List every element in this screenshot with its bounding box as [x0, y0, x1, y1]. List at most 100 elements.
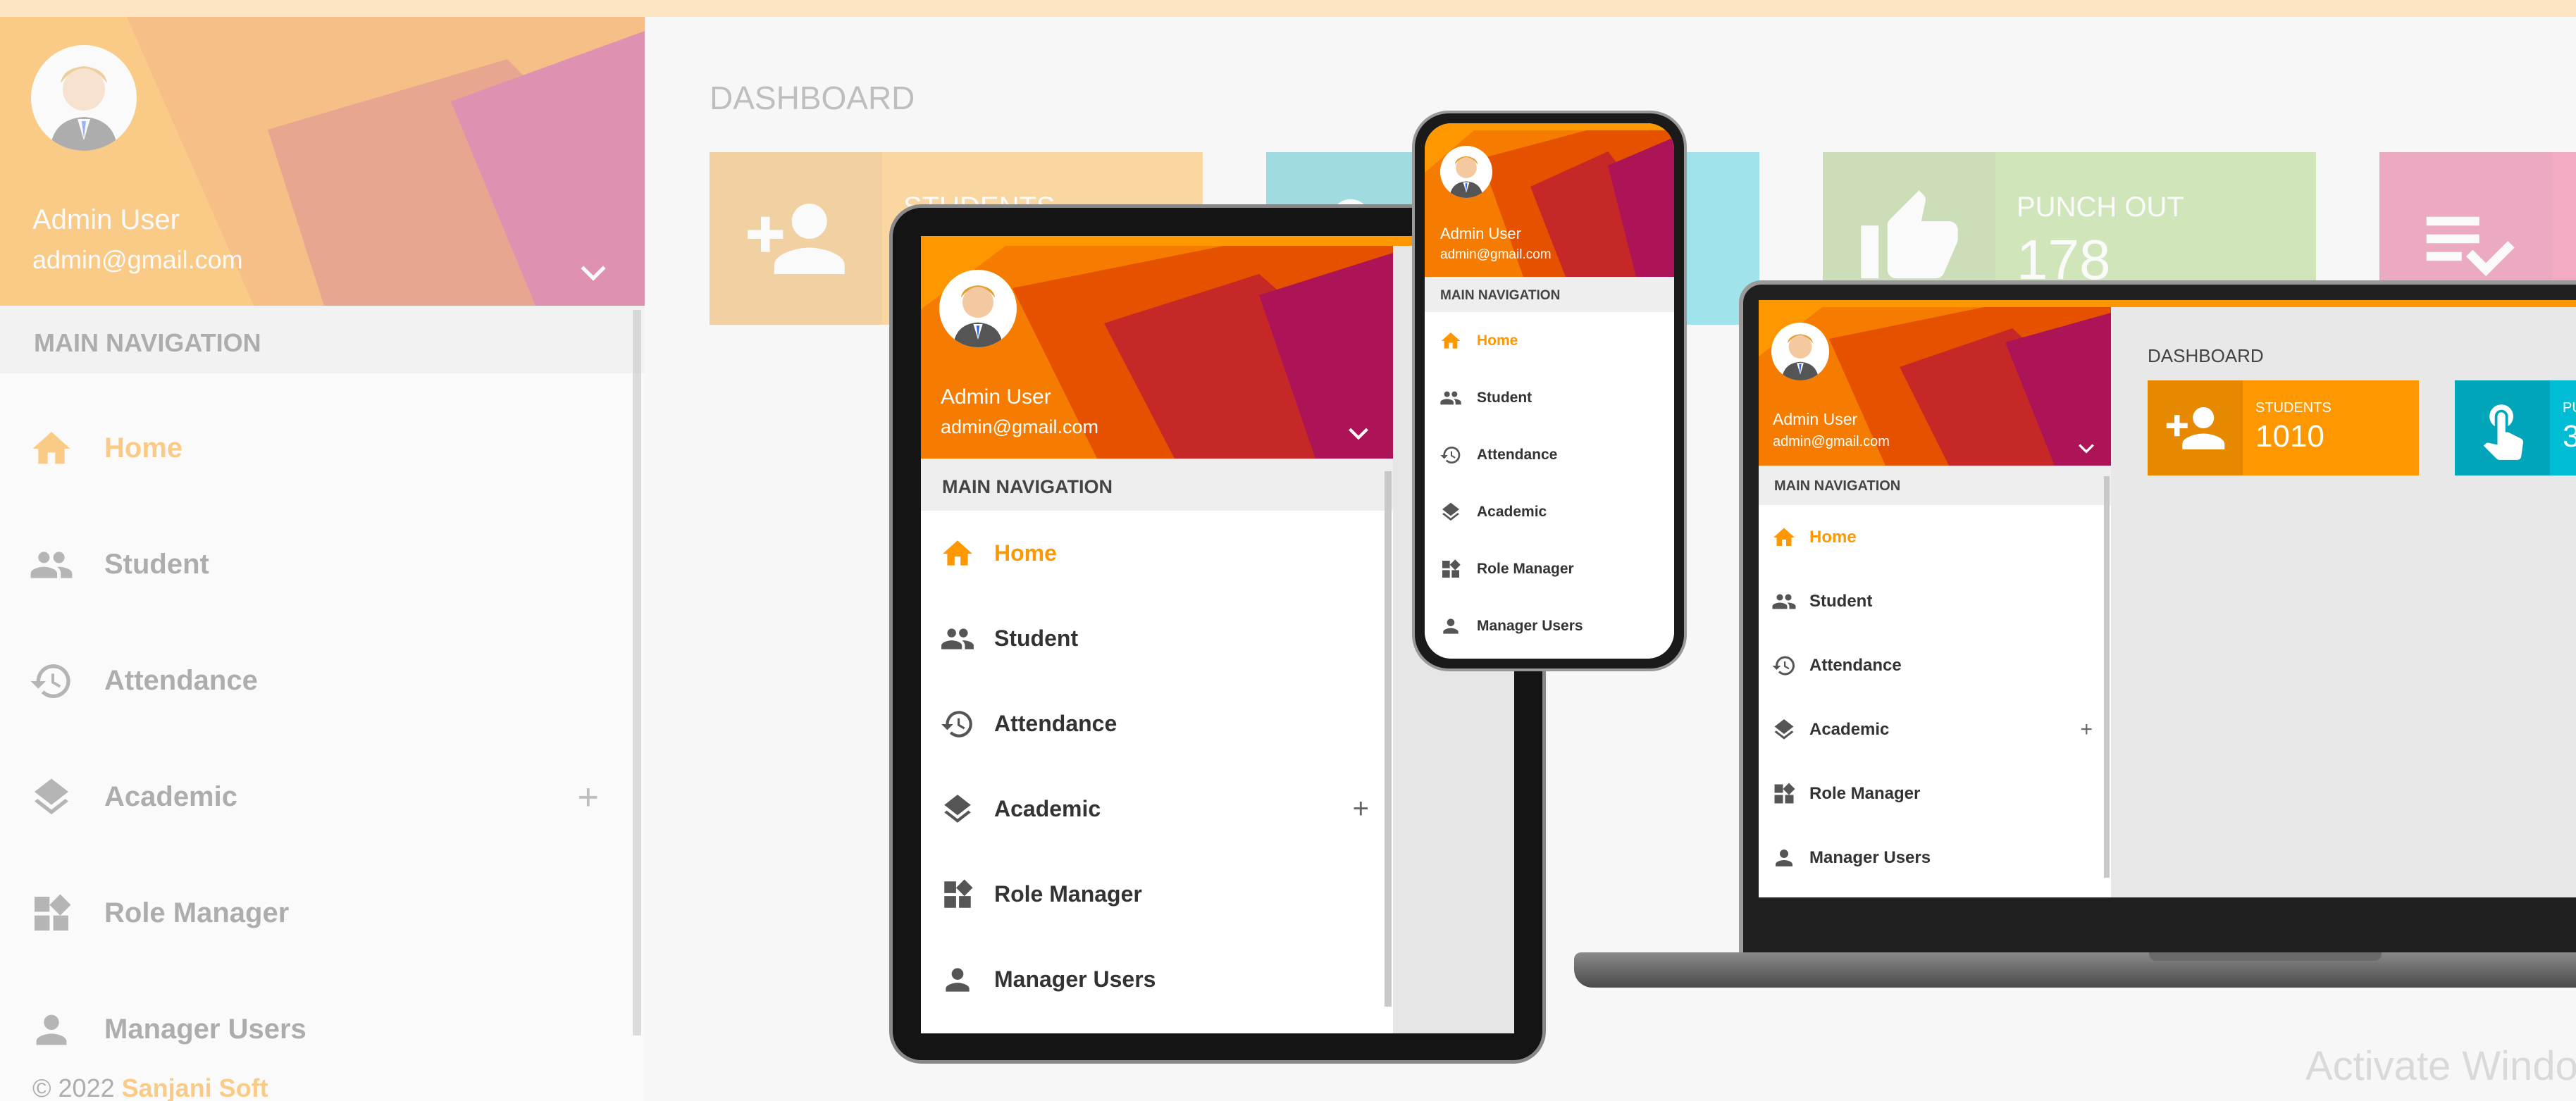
sidebar-item-label: Home: [104, 433, 183, 464]
sidebar-item-manager-users[interactable]: Manager Users: [921, 937, 1393, 1022]
chevron-down-icon[interactable]: [578, 263, 609, 287]
people-icon: [938, 621, 977, 657]
expand-icon[interactable]: +: [1353, 793, 1369, 825]
sidebar-item-label: Manager Users: [104, 1014, 306, 1045]
people-icon: [1439, 387, 1463, 409]
sidebar-scrollbar[interactable]: [633, 310, 641, 1035]
sidebar-item-home[interactable]: Home: [0, 390, 634, 506]
footer-brand-link[interactable]: Sanjani Soft: [122, 1074, 268, 1101]
nav-section-title: MAIN NAVIGATION: [0, 306, 645, 373]
nav-section-title: MAIN NAVIGATION: [921, 459, 1393, 511]
layers-icon: [1439, 501, 1463, 523]
sidebar-item-label: Home: [994, 540, 1057, 566]
person-icon: [938, 962, 977, 997]
sidebar-scrollbar[interactable]: [1385, 471, 1392, 1007]
sidebar-item-role-manager[interactable]: Role Manager: [1759, 761, 2111, 826]
sidebar-item-label: Academic: [994, 796, 1101, 821]
touch-icon: [2455, 380, 2550, 475]
sidebar-item-attendance[interactable]: Attendance: [1425, 426, 1674, 483]
home-icon: [938, 536, 977, 571]
sidebar-item-label: Role Manager: [104, 897, 290, 928]
sidebar-item-student[interactable]: Student: [921, 596, 1393, 681]
background-sidebar-header: Admin User admin@gmail.com: [0, 17, 645, 306]
sidebar-item-attendance[interactable]: Attendance: [921, 681, 1393, 766]
people-icon: [1770, 589, 1798, 614]
sidebar-item-label: Role Manager: [1809, 783, 1921, 803]
sidebar-item-label: Student: [104, 549, 209, 580]
person-icon: [1439, 615, 1463, 637]
sidebar-item-label: Academic: [1477, 503, 1547, 520]
layers-icon: [1770, 717, 1798, 742]
widgets-icon: [938, 877, 977, 912]
sidebar-item-label: Student: [1477, 389, 1532, 406]
sidebar-item-student[interactable]: Student: [1759, 569, 2111, 633]
sidebar-item-label: Role Manager: [1477, 560, 1574, 577]
sidebar-item-label: Attendance: [104, 665, 258, 696]
laptop-sidebar: Admin User admin@gmail.com MAIN NAVIGATI…: [1759, 307, 2111, 897]
sidebar-item-academic[interactable]: Academic: [1425, 483, 1674, 540]
person-icon: [1770, 845, 1798, 871]
sidebar-item-academic[interactable]: Academic +: [1759, 697, 2111, 761]
avatar[interactable]: [31, 45, 137, 151]
add-person-icon: [2148, 380, 2243, 475]
stat-card-punch-in[interactable]: PUNCH IN 3: [2455, 380, 2576, 475]
sidebar-item-label: Attendance: [994, 711, 1117, 736]
sidebar-item-role-manager[interactable]: Role Manager: [921, 852, 1393, 937]
history-icon: [1770, 653, 1798, 678]
sidebar-item-manager-users[interactable]: Manager Users: [1425, 597, 1674, 654]
expand-icon[interactable]: +: [578, 776, 599, 819]
widgets-icon: [1439, 558, 1463, 580]
sidebar-item-label: Home: [1477, 332, 1518, 349]
sidebar-item-academic[interactable]: Academic +: [921, 766, 1393, 852]
stat-label: PUNCH IN: [2563, 400, 2576, 416]
sidebar-item-student[interactable]: Student: [1425, 369, 1674, 426]
sidebar-item-label: Student: [1809, 591, 1873, 611]
stat-value: 3: [2563, 419, 2576, 454]
add-person-icon: [710, 152, 882, 325]
user-name: Admin User: [1440, 225, 1521, 242]
user-name: Admin User: [941, 385, 1051, 409]
sidebar-item-home[interactable]: Home: [1759, 505, 2111, 569]
sidebar-item-attendance[interactable]: Attendance: [0, 623, 634, 739]
sidebar-item-label: Academic: [1809, 719, 1890, 739]
tablet-sidebar: Admin User admin@gmail.com MAIN NAVIGATI…: [921, 246, 1393, 1033]
sidebar-item-student[interactable]: Student: [0, 506, 634, 623]
sidebar-item-label: Attendance: [1477, 446, 1558, 463]
user-name: Admin User: [32, 204, 180, 235]
activate-windows-watermark: Activate Windows: [2305, 1043, 2576, 1089]
sidebar-item-label: Academic: [104, 781, 237, 812]
laptop-base: [1574, 952, 2576, 988]
history-icon: [938, 707, 977, 742]
sidebar-item-label: Home: [1809, 527, 1857, 547]
nav-section-title: MAIN NAVIGATION: [1425, 277, 1674, 312]
layers-icon: [27, 773, 76, 822]
user-name: Admin User: [1773, 410, 1858, 428]
sidebar-item-academic[interactable]: Academic +: [0, 739, 634, 855]
tablet-sidebar-header: Admin User admin@gmail.com: [921, 246, 1393, 459]
user-email: admin@gmail.com: [941, 416, 1098, 437]
sidebar-scrollbar[interactable]: [2104, 476, 2110, 878]
laptop-device: Admin User admin@gmail.com MAIN NAVIGATI…: [1739, 280, 2576, 958]
sidebar-item-home[interactable]: Home: [1425, 312, 1674, 369]
stat-card-students[interactable]: STUDENTS 1010: [2148, 380, 2419, 475]
home-icon: [1770, 525, 1798, 550]
sidebar-item-label: Manager Users: [1477, 617, 1583, 634]
widgets-icon: [1770, 781, 1798, 807]
sidebar-item-attendance[interactable]: Attendance: [1759, 633, 2111, 697]
sidebar-item-home[interactable]: Home: [921, 511, 1393, 596]
history-icon: [1439, 444, 1463, 466]
sidebar-item-role-manager[interactable]: Role Manager: [0, 855, 634, 971]
avatar[interactable]: [939, 270, 1017, 347]
laptop-screen: Admin User admin@gmail.com MAIN NAVIGATI…: [1759, 300, 2576, 897]
laptop-hinge: [2149, 952, 2382, 961]
sidebar-item-manager-users[interactable]: Manager Users: [1759, 826, 2111, 890]
phone-sidebar-header: Admin User admin@gmail.com: [1425, 130, 1674, 277]
expand-icon[interactable]: +: [2080, 718, 2093, 742]
avatar[interactable]: [1440, 146, 1492, 198]
sidebar-item-label: Manager Users: [1809, 847, 1931, 867]
avatar[interactable]: [1771, 323, 1829, 380]
background-sidebar: Admin User admin@gmail.com MAIN NAVIGATI…: [0, 17, 645, 1101]
sidebar-item-manager-users[interactable]: Manager Users: [0, 971, 634, 1088]
page-title: DASHBOARD: [2148, 345, 2264, 366]
sidebar-item-role-manager[interactable]: Role Manager: [1425, 540, 1674, 597]
